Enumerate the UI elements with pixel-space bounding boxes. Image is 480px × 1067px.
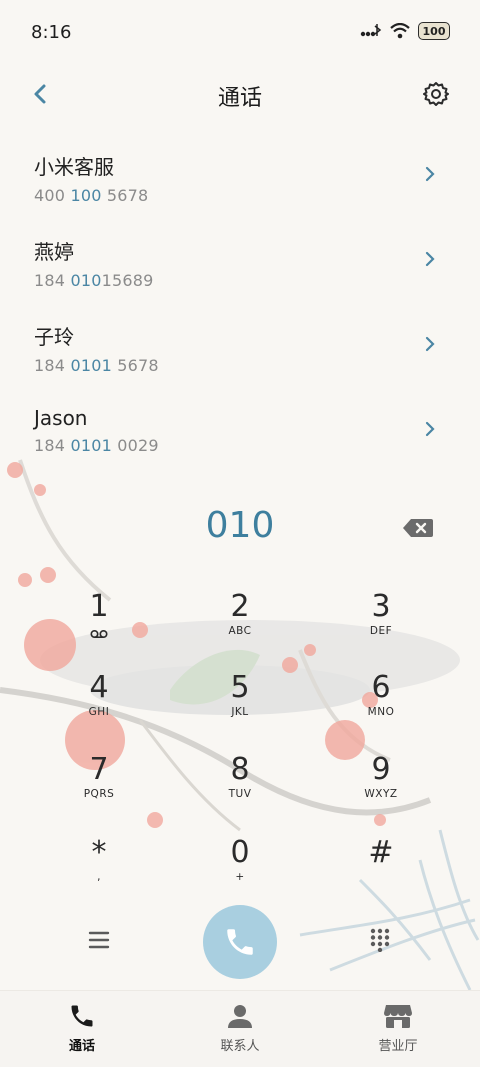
contact-name: Jason (34, 406, 88, 430)
key-5[interactable]: 5 JKL (185, 671, 295, 741)
tab-calls-label: 通话 (68, 1039, 95, 1054)
tab-calls[interactable]: 通话 (22, 1001, 142, 1054)
tab-contacts-label: 联系人 (220, 1039, 260, 1054)
key-7[interactable]: 7 PQRS (44, 753, 154, 823)
contact-number: 184 0101 5678 (34, 356, 159, 375)
person-tab-icon (228, 1005, 252, 1028)
contact-number: 400 100 5678 (34, 186, 149, 205)
contact-name: 小米客服 (34, 155, 114, 179)
chevron-right-icon[interactable] (420, 334, 440, 354)
menu-icon[interactable] (88, 930, 110, 950)
chevron-right-icon[interactable] (420, 164, 440, 184)
contact-row[interactable]: Jason 184 0101 0029 (0, 395, 480, 480)
tab-service-hall-label: 营业厅 (378, 1039, 418, 1054)
bluetooth-signal-icon (360, 24, 382, 37)
page-header: 通话 (0, 70, 480, 120)
voicemail-icon (90, 629, 108, 639)
key-6[interactable]: 6 MNO (326, 671, 436, 741)
key-0[interactable]: 0 + (185, 836, 295, 906)
status-bar: 8:16 100 (0, 0, 480, 66)
call-button[interactable] (203, 905, 277, 979)
key-3[interactable]: 3 DEF (326, 590, 436, 660)
settings-gear-icon (423, 82, 449, 106)
key-hash[interactable]: # (326, 836, 436, 906)
dialpad-icon[interactable] (370, 928, 390, 952)
wifi-icon (390, 23, 410, 39)
bottom-navigation: 通话 联系人 营业厅 (0, 990, 480, 1067)
contact-row[interactable]: 小米客服 400 100 5678 (0, 140, 480, 225)
tab-contacts[interactable]: 联系人 (180, 1001, 300, 1054)
contact-row[interactable]: 燕婷 184 01015689 (0, 225, 480, 310)
contact-number: 184 0101 0029 (34, 436, 159, 455)
contact-name: 子玲 (34, 325, 74, 349)
key-2[interactable]: 2 ABC (185, 590, 295, 660)
battery-indicator: 100 (418, 22, 450, 40)
page-title: 通话 (217, 86, 262, 111)
dial-display: 010 (0, 505, 480, 555)
contact-suggestion-list: 小米客服 400 100 5678 燕婷 184 01015689 子玲 184… (0, 140, 480, 480)
store-tab-icon (384, 1005, 412, 1028)
key-8[interactable]: 8 TUV (185, 753, 295, 823)
key-4[interactable]: 4 GHI (44, 671, 154, 741)
status-icons: 100 (360, 22, 450, 40)
phone-tab-icon (71, 1005, 93, 1027)
status-time: 8:16 (31, 22, 72, 43)
contact-name: 燕婷 (34, 240, 74, 264)
key-9[interactable]: 9 WXYZ (326, 753, 436, 823)
contact-row[interactable]: 子玲 184 0101 5678 (0, 310, 480, 395)
contact-number: 184 01015689 (34, 271, 154, 290)
call-icon (227, 929, 253, 955)
key-1[interactable]: 1 (44, 590, 154, 660)
backspace-icon[interactable] (402, 517, 434, 539)
key-star[interactable]: * , (44, 836, 154, 906)
settings-button[interactable] (420, 78, 452, 110)
tab-service-hall[interactable]: 营业厅 (338, 1001, 458, 1054)
chevron-right-icon[interactable] (420, 419, 440, 439)
chevron-right-icon[interactable] (420, 249, 440, 269)
